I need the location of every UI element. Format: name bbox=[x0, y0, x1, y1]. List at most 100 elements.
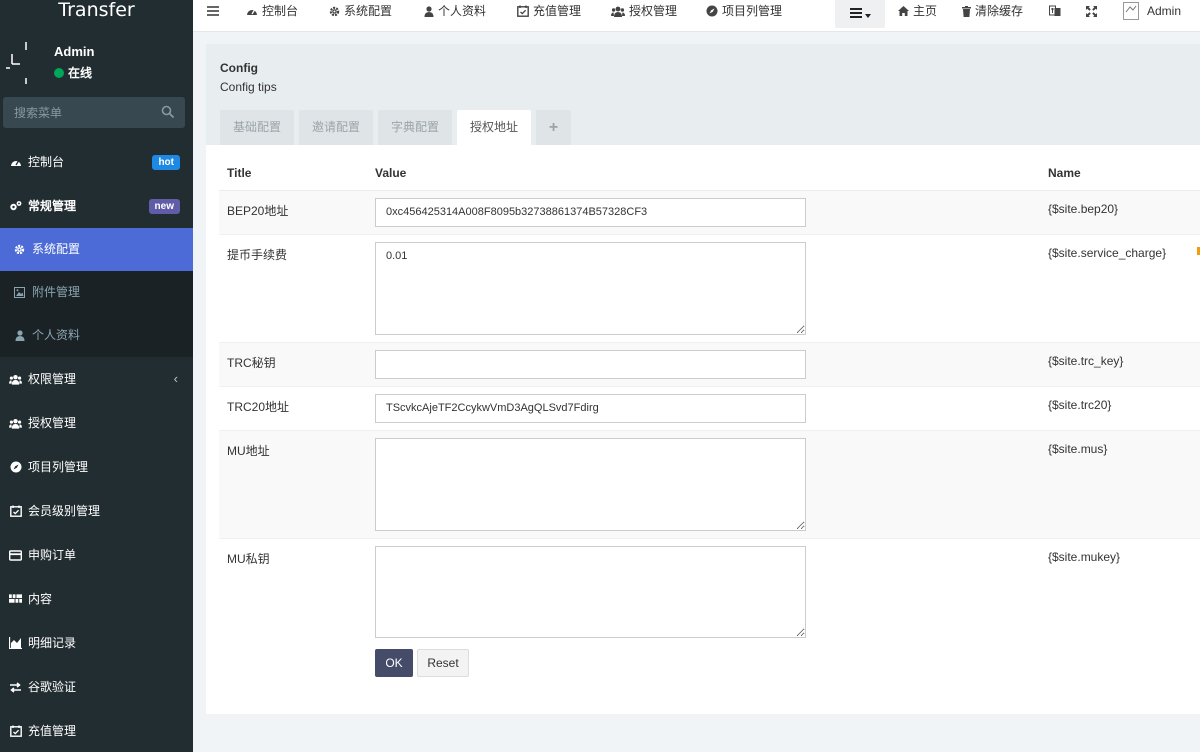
row-title: TRC秘钥 bbox=[219, 341, 375, 386]
config-table: Title Value Name BEP20地址 {$site.bep20} 提… bbox=[219, 145, 1200, 645]
row-title: BEP20地址 bbox=[219, 189, 375, 234]
sidebar-item-general[interactable]: 常规管理 new bbox=[0, 184, 193, 228]
form-actions: OK Reset bbox=[375, 649, 469, 677]
chevron-left-icon: ‹ bbox=[173, 371, 178, 386]
row-value-cell bbox=[375, 385, 1048, 430]
language-icon[interactable] bbox=[1049, 0, 1061, 22]
fullscreen-icon[interactable] bbox=[1086, 0, 1097, 22]
exchange-icon bbox=[9, 681, 22, 694]
tab-projects[interactable]: 项目列管理 bbox=[706, 0, 782, 22]
app-logo[interactable]: Transfer bbox=[0, 0, 193, 22]
config-panel: Config Config tips 基础配置 邀请配置 字典配置 授权地址 +… bbox=[206, 44, 1200, 714]
tab-label: 控制台 bbox=[262, 4, 299, 18]
mu-private-key-textarea[interactable] bbox=[375, 545, 806, 638]
mu-address-textarea[interactable] bbox=[375, 437, 806, 531]
tab-dashboard[interactable]: 控制台 bbox=[246, 0, 298, 22]
search-input[interactable] bbox=[3, 97, 153, 128]
calendar-check-icon bbox=[9, 505, 22, 518]
trc20-address-input[interactable] bbox=[375, 393, 806, 423]
panel-heading: Config Config tips 基础配置 邀请配置 字典配置 授权地址 + bbox=[206, 44, 1200, 145]
sidebar-item-content[interactable]: 内容 bbox=[0, 577, 193, 621]
search-icon[interactable] bbox=[161, 105, 175, 119]
admin-label: Admin bbox=[1147, 4, 1182, 18]
tab-authorization[interactable]: 授权管理 bbox=[611, 0, 677, 22]
sidebar-item-records[interactable]: 明细记录 bbox=[0, 621, 193, 665]
list-icon bbox=[849, 7, 862, 21]
table-row: BEP20地址 {$site.bep20} bbox=[219, 189, 1200, 234]
user-name: Admin bbox=[54, 44, 95, 59]
service-charge-textarea[interactable]: 0.01 bbox=[375, 241, 806, 335]
table-row: TRC20地址 {$site.trc20} bbox=[219, 385, 1200, 430]
sidebar-item-label: 充值管理 bbox=[28, 724, 77, 738]
sidebar-item-authorization[interactable]: 授权管理 bbox=[0, 401, 193, 445]
row-title: TRC20地址 bbox=[219, 385, 375, 430]
home-icon bbox=[898, 6, 909, 16]
bep20-address-input[interactable] bbox=[375, 197, 806, 227]
tab-label: 充值管理 bbox=[533, 4, 582, 18]
row-title: MU地址 bbox=[219, 429, 375, 538]
user-panel: Admin 在线 bbox=[0, 22, 193, 90]
trc-key-input[interactable] bbox=[375, 349, 806, 379]
row-value-cell bbox=[375, 189, 1048, 234]
sidebar: Transfer Admin 在线 控制台 hot 常规管理 new bbox=[0, 0, 193, 752]
caret-down-icon bbox=[864, 7, 871, 21]
table-header-row: Title Value Name bbox=[219, 145, 1200, 191]
tab-recharge[interactable]: 充值管理 bbox=[517, 0, 581, 22]
sidebar-item-recharge[interactable]: 充值管理 bbox=[0, 709, 193, 752]
dashboard-icon bbox=[246, 6, 258, 16]
sidebar-item-label: 系统配置 bbox=[32, 242, 81, 256]
tab-label: 授权管理 bbox=[629, 4, 678, 18]
calendar-check-icon bbox=[517, 5, 529, 17]
group-icon bbox=[9, 373, 22, 386]
chart-icon bbox=[9, 637, 22, 650]
sidebar-item-label: 谷歌验证 bbox=[28, 680, 77, 694]
compass-icon bbox=[9, 461, 22, 474]
row-name: {$site.mukey} bbox=[1048, 537, 1200, 645]
table-row: 提币手续费 0.01 {$site.service_charge} bbox=[219, 233, 1200, 342]
tab-dictionary-config[interactable]: 字典配置 bbox=[378, 110, 453, 145]
sidebar-item-attachments[interactable]: 附件管理 bbox=[0, 271, 193, 314]
sidebar-item-label: 附件管理 bbox=[32, 285, 81, 299]
table-row: MU私钥 {$site.mukey} bbox=[219, 537, 1200, 645]
tab-system-config[interactable]: 系统配置 bbox=[329, 0, 392, 22]
sidebar-item-permissions[interactable]: 权限管理 ‹ bbox=[0, 357, 193, 401]
sidebar-item-google-auth[interactable]: 谷歌验证 bbox=[0, 665, 193, 709]
sidebar-item-dashboard[interactable]: 控制台 hot bbox=[0, 140, 193, 184]
menu-toggle-icon[interactable] bbox=[207, 0, 219, 22]
admin-menu[interactable]: Admin bbox=[1123, 0, 1181, 22]
row-title: MU私钥 bbox=[219, 537, 375, 645]
sidebar-item-label: 会员级别管理 bbox=[28, 504, 101, 518]
row-value-cell: 0.01 bbox=[375, 233, 1048, 342]
row-title: 提币手续费 bbox=[219, 233, 375, 342]
ok-button[interactable]: OK bbox=[375, 649, 413, 677]
sidebar-item-label: 申购订单 bbox=[28, 548, 77, 562]
sidebar-item-projects[interactable]: 项目列管理 bbox=[0, 445, 193, 489]
table-row: MU地址 {$site.mus} bbox=[219, 429, 1200, 538]
gear-icon bbox=[13, 243, 26, 256]
tab-label: 系统配置 bbox=[344, 4, 393, 18]
tabs-dropdown[interactable] bbox=[835, 0, 885, 28]
home-link[interactable]: 主页 bbox=[898, 0, 937, 22]
tab-label: 个人资料 bbox=[438, 4, 487, 18]
tab-label: 项目列管理 bbox=[722, 4, 783, 18]
reset-button[interactable]: Reset bbox=[417, 649, 469, 677]
sidebar-item-label: 明细记录 bbox=[28, 636, 77, 650]
column-header-value: Value bbox=[375, 145, 1048, 191]
avatar bbox=[1123, 2, 1143, 20]
sidebar-item-system-config[interactable]: 系统配置 bbox=[0, 228, 193, 271]
add-tab-button[interactable]: + bbox=[536, 110, 572, 145]
tab-invite-config[interactable]: 邀请配置 bbox=[299, 110, 374, 145]
clear-cache-button[interactable]: 清除缓存 bbox=[962, 0, 1023, 22]
tab-profile[interactable]: 个人资料 bbox=[424, 0, 486, 22]
sidebar-item-profile[interactable]: 个人资料 bbox=[0, 314, 193, 357]
page-tips: Config tips bbox=[220, 80, 277, 94]
tab-basic-config[interactable]: 基础配置 bbox=[220, 110, 295, 145]
credit-card-icon bbox=[9, 549, 22, 562]
top-navbar: 控制台 系统配置 个人资料 充值管理 授权管理 项目列管理 主页 清除缓存 Ad bbox=[193, 0, 1200, 32]
sidebar-item-label: 常规管理 bbox=[28, 199, 77, 213]
tab-auth-address[interactable]: 授权地址 bbox=[457, 110, 532, 145]
sidebar-item-orders[interactable]: 申购订单 bbox=[0, 533, 193, 577]
sidebar-item-member-levels[interactable]: 会员级别管理 bbox=[0, 489, 193, 533]
group-icon bbox=[611, 6, 625, 17]
row-name: {$site.service_charge} bbox=[1048, 233, 1200, 342]
